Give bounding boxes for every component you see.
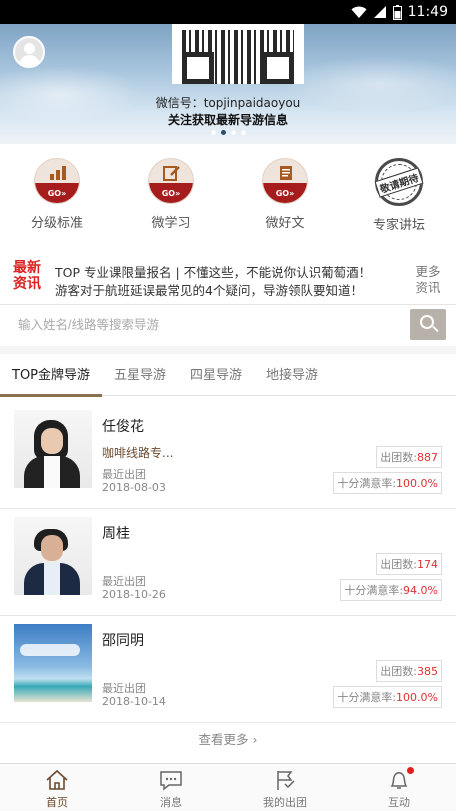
- nav-home[interactable]: 首页: [0, 764, 114, 811]
- recent-tour-date: 2018-10-14: [102, 695, 166, 708]
- search-button[interactable]: [410, 309, 446, 340]
- category-expert-forum[interactable]: 敬请期待 专家讲坛: [342, 158, 456, 248]
- banner-carousel[interactable]: 微信号：topjinpaidaoyou 关注获取最新导游信息: [0, 24, 456, 144]
- guide-row[interactable]: 任俊花 咖啡线路专... 最近出团 2018-08-03 出团数:887 十分满…: [0, 402, 456, 509]
- nav-interaction[interactable]: 互动: [342, 764, 456, 811]
- banner-wechat-id: 微信号：topjinpaidaoyou: [155, 96, 301, 110]
- more-news-link[interactable]: 更多 资讯: [414, 264, 442, 296]
- flag-icon: [277, 771, 295, 790]
- news-ticker: 最新 资讯 TOP 专业课限量报名 | 不懂这些，不能说你认识葡萄酒！ 游客对于…: [0, 256, 456, 298]
- tab-four-star[interactable]: 四星导游: [178, 356, 254, 396]
- guide-photo: [14, 410, 92, 488]
- divider: [0, 304, 456, 305]
- guide-photo: [14, 624, 92, 702]
- category-label: 微学习: [151, 216, 191, 231]
- tour-count-badge: 出团数:385: [376, 660, 442, 682]
- tab-local[interactable]: 地接导游: [254, 356, 330, 396]
- guide-tabs: TOP金牌导游 五星导游 四星导游 地接导游: [0, 356, 456, 397]
- avatar[interactable]: [13, 36, 45, 68]
- battery-icon: [392, 4, 402, 20]
- document-icon: GO»: [262, 158, 308, 204]
- wifi-icon: [351, 6, 367, 18]
- guide-name: 任俊花: [102, 419, 144, 435]
- status-bar: 11:49: [0, 0, 456, 24]
- guide-route: 咖啡线路专...: [102, 446, 174, 460]
- view-more-link[interactable]: 查看更多 ›: [0, 726, 456, 754]
- guide-list: 任俊花 咖啡线路专... 最近出团 2018-08-03 出团数:887 十分满…: [0, 402, 456, 723]
- recent-tour-label: 最近出团: [102, 575, 146, 588]
- recent-tour-label: 最近出团: [102, 468, 146, 481]
- banner-follow-text: 关注获取最新导游信息: [167, 113, 288, 127]
- category-micro-learning[interactable]: GO» 微学习: [114, 158, 228, 248]
- stamp-icon: 敬请期待: [374, 158, 424, 206]
- category-label: 专家讲坛: [372, 218, 425, 233]
- guide-name: 邵同明: [102, 633, 144, 649]
- message-icon: [160, 771, 182, 791]
- category-good-articles[interactable]: GO» 微好文: [228, 158, 342, 248]
- status-time: 11:49: [407, 4, 448, 20]
- qr-code: [172, 24, 304, 84]
- category-label: 微好文: [265, 216, 305, 231]
- bar-chart-icon: GO»: [34, 158, 80, 204]
- tour-count-badge: 出团数:174: [376, 553, 442, 575]
- search-bar: [0, 306, 456, 344]
- nav-label: 消息: [160, 796, 182, 809]
- section-gap: [0, 346, 456, 354]
- category-grade-standard[interactable]: GO» 分级标准: [0, 158, 114, 248]
- tab-five-star[interactable]: 五星导游: [102, 356, 178, 396]
- search-input[interactable]: [10, 310, 402, 340]
- nav-label: 互动: [388, 796, 410, 809]
- guide-photo: [14, 517, 92, 595]
- guide-row[interactable]: 邵同明 最近出团 2018-10-14 出团数:385 十分满意率:100.0%: [0, 616, 456, 723]
- recent-tour-date: 2018-10-26: [102, 588, 166, 601]
- satisfaction-badge: 十分满意率:94.0%: [340, 579, 442, 601]
- tour-count-badge: 出团数:887: [376, 446, 442, 468]
- satisfaction-badge: 十分满意率:100.0%: [333, 686, 442, 708]
- edit-icon: GO»: [148, 158, 194, 204]
- carousel-indicator: [0, 130, 456, 135]
- nav-label: 我的出团: [263, 796, 307, 809]
- category-label: 分级标准: [30, 216, 83, 231]
- recent-tour-label: 最近出团: [102, 682, 146, 695]
- chevron-right-icon: ›: [252, 732, 258, 747]
- guide-row[interactable]: 周桂 最近出团 2018-10-26 出团数:174 十分满意率:94.0%: [0, 509, 456, 616]
- recent-tour-date: 2018-08-03: [102, 481, 166, 494]
- category-row: GO» 分级标准 GO» 微学习 GO» 微好文 敬请期待 专家讲坛: [0, 158, 456, 248]
- tab-top-gold[interactable]: TOP金牌导游: [0, 356, 103, 397]
- signal-icon: [373, 6, 386, 18]
- guide-name: 周桂: [102, 526, 130, 542]
- nav-my-tours[interactable]: 我的出团: [228, 764, 342, 811]
- home-icon: [46, 769, 68, 790]
- news-item[interactable]: TOP 专业课限量报名 | 不懂这些，不能说你认识葡萄酒！: [55, 262, 395, 281]
- news-badge: 最新 资讯: [13, 260, 41, 292]
- satisfaction-badge: 十分满意率:100.0%: [333, 472, 442, 494]
- news-item[interactable]: 游客对于航班延误最常见的4个疑问，导游领队要知道！: [55, 280, 395, 299]
- bottom-nav: 首页 消息 我的出团 互动: [0, 763, 456, 811]
- notification-dot: [407, 767, 414, 774]
- nav-label: 首页: [46, 796, 68, 809]
- nav-messages[interactable]: 消息: [114, 764, 228, 811]
